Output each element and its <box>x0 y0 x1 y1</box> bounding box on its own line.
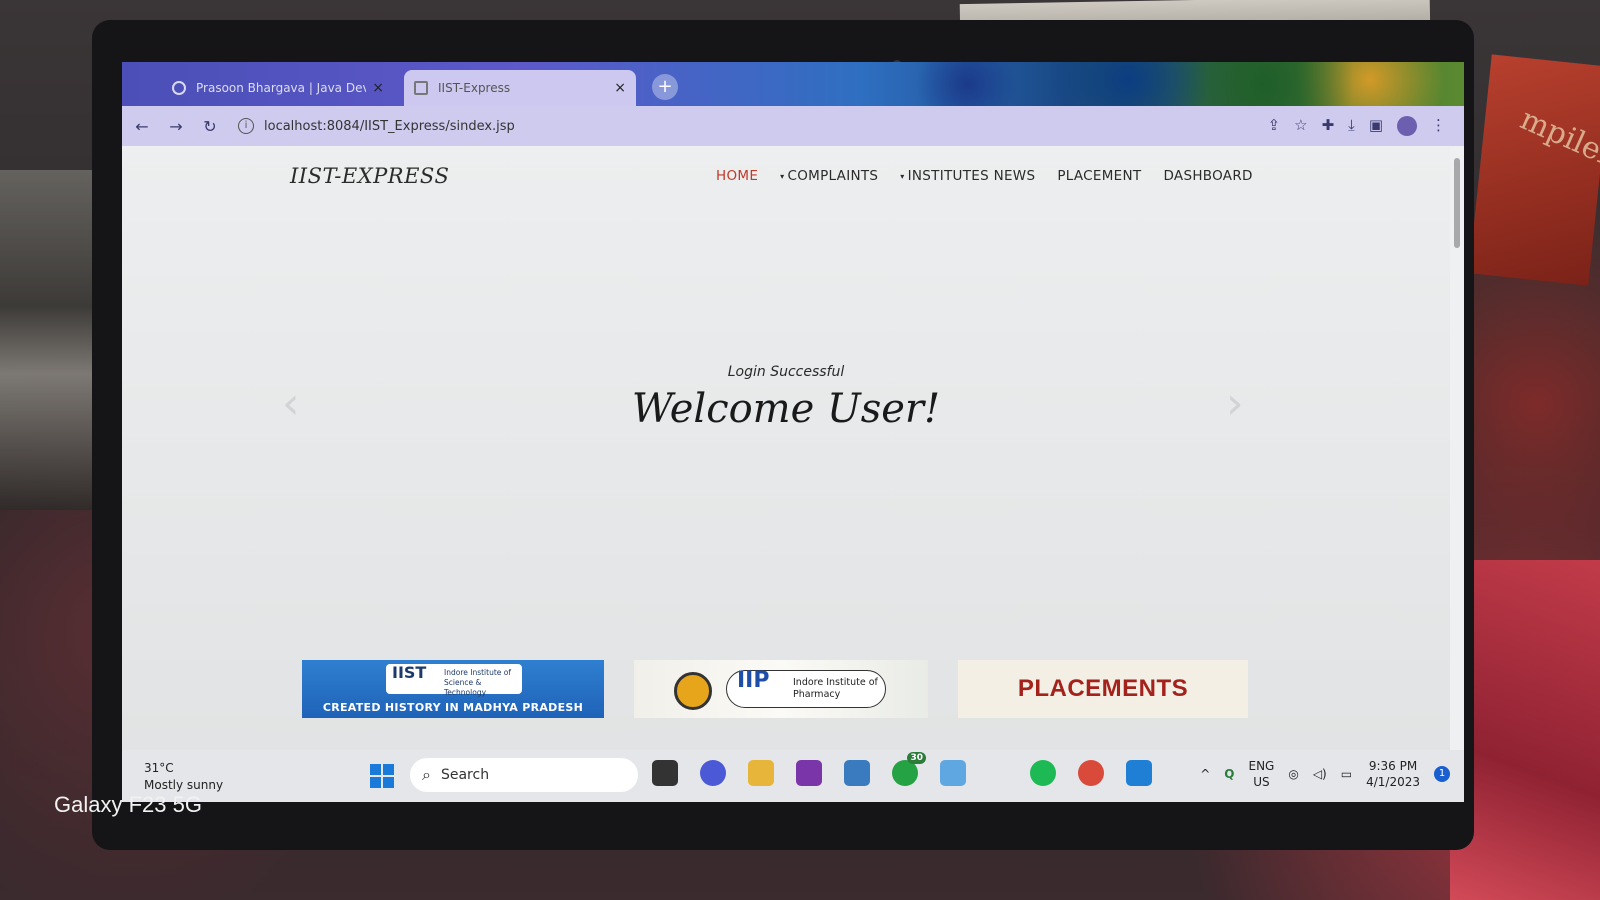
whatsapp-icon[interactable]: 30 <box>892 752 926 786</box>
network-icon[interactable]: ◎ <box>1288 767 1298 781</box>
url-text: localhost:8084/IIST_Express/sindex.jsp <box>264 118 515 134</box>
chevron-up-icon[interactable]: ^ <box>1200 767 1210 781</box>
browser-toolbar: ← → ↻ i localhost:8084/IIST_Express/sind… <box>122 106 1464 146</box>
tab-iist-express[interactable]: IIST-Express × <box>404 70 636 106</box>
info-icon[interactable]: i <box>238 118 254 134</box>
file-explorer-icon[interactable] <box>748 760 774 786</box>
forward-icon[interactable]: → <box>162 117 190 136</box>
nav-complaints-label: COMPLAINTS <box>787 168 879 184</box>
spotify-icon[interactable] <box>1030 760 1056 786</box>
language-indicator[interactable]: ENG US <box>1248 758 1274 790</box>
clock-time: 9:36 PM <box>1368 759 1418 773</box>
back-icon[interactable]: ← <box>128 117 156 136</box>
site-nav: HOME ▾ COMPLAINTS ▾ INSTITUTES NEWS PLACEM… <box>716 168 1253 184</box>
iip-logo: IIP Indore Institute of Pharmacy <box>726 670 886 708</box>
task-view-icon[interactable] <box>652 760 678 786</box>
right-book: mpilers <box>1468 54 1600 286</box>
site-brand[interactable]: IIST-EXPRESS <box>290 164 449 188</box>
windows-start-icon[interactable] <box>370 764 394 788</box>
nav-institutes-news[interactable]: ▾ INSTITUTES NEWS <box>900 168 1035 184</box>
iist-logo-mark: IIST <box>392 663 427 682</box>
taskbar-apps: 30 <box>652 752 1152 786</box>
whatsapp-badge: 30 <box>907 752 926 764</box>
tab-label: Prasoon Bhargava | Java Develo <box>196 81 367 95</box>
emblem-icon <box>674 672 712 710</box>
hero-title: Welcome User! <box>631 386 941 432</box>
weather-temp: 31°C <box>144 761 174 775</box>
volume-icon[interactable]: ◁) <box>1313 767 1327 781</box>
search-placeholder: Search <box>440 767 490 783</box>
nav-dashboard[interactable]: DASHBOARD <box>1163 168 1252 184</box>
camera-watermark: Galaxy F23 5G <box>54 792 202 817</box>
page-scrollbar[interactable] <box>1450 146 1464 750</box>
caret-down-icon: ▾ <box>780 171 785 181</box>
profile-avatar[interactable] <box>1397 116 1417 136</box>
nav-news-label: INSTITUTES NEWS <box>907 168 1036 184</box>
download-icon[interactable]: ⤓ <box>1348 116 1355 136</box>
web-page: IIST-EXPRESS HOME ▾ COMPLAINTS ▾ INSTITUTE… <box>122 146 1450 750</box>
address-bar[interactable]: i localhost:8084/IIST_Express/sindex.jsp <box>238 112 1138 140</box>
star-icon[interactable]: ☆ <box>1294 116 1307 136</box>
toolbar-actions: ⇪ ☆ ✚ ⤓ ▣ ⋮ <box>1268 116 1464 136</box>
lang-bottom: US <box>1253 775 1270 789</box>
chrome-icon[interactable] <box>1078 760 1104 786</box>
iip-logo-text: Indore Institute of Pharmacy <box>793 677 878 700</box>
nav-placement[interactable]: PLACEMENT <box>1057 168 1141 184</box>
iist-logo: IIST Indore Institute of Science & Techn… <box>386 663 522 697</box>
onenote-icon[interactable] <box>796 760 822 786</box>
clock[interactable]: 9:36 PM 4/1/2023 <box>1366 758 1420 790</box>
tab-linkedin[interactable]: Prasoon Bhargava | Java Develo × <box>162 70 394 106</box>
sidepanel-icon[interactable]: ▣ <box>1369 116 1383 136</box>
virtualbox-icon[interactable] <box>940 760 966 786</box>
tab-label: IIST-Express <box>438 81 511 95</box>
laptop-screen: Prasoon Bhargava | Java Develo × IIST-Ex… <box>122 62 1464 802</box>
close-icon[interactable]: × <box>614 80 626 96</box>
iip-banner[interactable]: IIP Indore Institute of Pharmacy <box>634 660 928 718</box>
book-text: mpilers <box>1515 101 1600 181</box>
scroll-thumb[interactable] <box>1454 158 1460 248</box>
caret-down-icon: ▾ <box>900 171 905 181</box>
mysql-icon[interactable] <box>844 760 870 786</box>
browser-tabstrip: Prasoon Bhargava | Java Develo × IIST-Ex… <box>122 62 1464 106</box>
system-tray: ^ Q ENG US ◎ ◁) ▭ 9:36 PM 4/1/2023 1 <box>1200 758 1450 790</box>
share-icon[interactable]: ⇪ <box>1268 116 1281 136</box>
close-icon[interactable]: × <box>372 80 384 96</box>
iip-logo-mark: IIP <box>737 668 770 693</box>
chat-icon[interactable] <box>700 760 726 786</box>
placements-banner[interactable]: PLACEMENTS <box>958 660 1248 718</box>
taskbar-search[interactable]: ⌕ Search <box>410 758 638 792</box>
globe-icon <box>172 81 186 95</box>
reload-icon[interactable]: ↻ <box>196 117 224 136</box>
extensions-icon[interactable]: ✚ <box>1322 116 1335 136</box>
notification-icon[interactable]: 1 <box>1434 766 1450 782</box>
lang-top: ENG <box>1248 759 1275 773</box>
page-icon <box>414 81 428 95</box>
iist-banner-caption: CREATED HISTORY IN MADHYA PRADESH <box>322 701 584 714</box>
banner-cards: IIST Indore Institute of Science & Techn… <box>302 660 1248 718</box>
iist-banner[interactable]: IIST Indore Institute of Science & Techn… <box>302 660 604 718</box>
vscode-icon[interactable] <box>1126 760 1152 786</box>
windows-taskbar: 31°C Mostly sunny ⌕ Search 30 ^ Q ENG US… <box>122 750 1464 802</box>
search-icon: ⌕ <box>422 765 431 784</box>
nav-home[interactable]: HOME <box>716 168 758 184</box>
clock-date: 4/1/2023 <box>1366 775 1420 789</box>
new-tab-button[interactable]: + <box>652 74 678 100</box>
weather-widget[interactable]: 31°C Mostly sunny <box>144 760 223 794</box>
battery-icon[interactable]: ▭ <box>1341 767 1352 781</box>
quick-heal-icon[interactable]: Q <box>1224 767 1234 781</box>
nav-complaints[interactable]: ▾ COMPLAINTS <box>780 168 878 184</box>
menu-icon[interactable]: ⋮ <box>1431 116 1446 136</box>
iist-logo-text: Indore Institute of Science & Technology <box>444 668 511 697</box>
hero-subtitle: Login Successful <box>727 364 845 380</box>
